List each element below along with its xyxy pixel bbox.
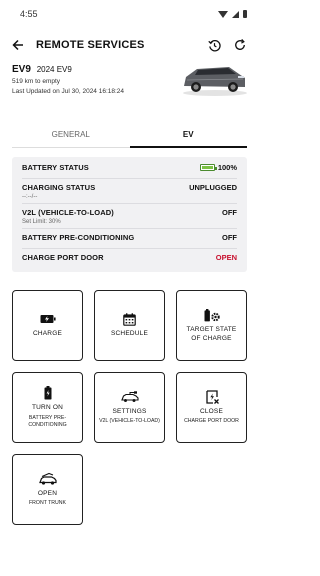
- battery-status-label: BATTERY STATUS: [22, 163, 89, 172]
- frunk-icon: [38, 472, 57, 486]
- settings-label: SETTINGS: [112, 407, 147, 415]
- target-state-of-charge-button[interactable]: TARGET STATE OF CHARGE: [176, 290, 247, 361]
- close-charge-port-button[interactable]: CLOSE CHARGE PORT DOOR: [176, 372, 247, 443]
- charge-port-row: CHARGE PORT DOOR OPEN: [22, 249, 237, 269]
- battery-icon: [39, 386, 57, 400]
- charging-status-row: CHARGING STATUS --:--/-- UNPLUGGED: [22, 179, 237, 204]
- battery-percent: 100%: [217, 163, 237, 172]
- signal-icon: [232, 10, 239, 18]
- charging-status-value: UNPLUGGED: [189, 183, 237, 192]
- ev-status-card: BATTERY STATUS 100% CHARGING STATUS --:-…: [12, 157, 247, 272]
- battery-level-fill: [201, 166, 213, 169]
- close-label: CLOSE: [199, 407, 224, 415]
- battery-status-row: BATTERY STATUS 100%: [22, 159, 237, 179]
- preconditioning-row: BATTERY PRE-CONDITIONING OFF: [22, 229, 237, 249]
- history-icon: [207, 39, 221, 51]
- open-sublabel: FRONT TRUNK: [29, 500, 66, 507]
- battery-bolt-icon: [39, 312, 57, 326]
- open-label: OPEN: [37, 489, 58, 497]
- action-grid: CHARGE SCHEDULE TARGET STATE OF CHARGE T…: [0, 272, 259, 525]
- charge-label: CHARGE: [32, 330, 62, 338]
- status-time: 4:55: [20, 9, 38, 19]
- close-sublabel: CHARGE PORT DOOR: [184, 418, 239, 425]
- battery-status-icon: [243, 10, 247, 18]
- v2l-limit: Set Limit: 30%: [22, 219, 61, 225]
- schedule-label: SCHEDULE: [111, 330, 148, 338]
- charge-port-icon: [203, 390, 221, 404]
- tab-general[interactable]: GENERAL: [12, 126, 130, 148]
- settings-sublabel: V2L (VEHICLE-TO-LOAD): [99, 418, 160, 425]
- charge-button[interactable]: CHARGE: [12, 290, 83, 361]
- vehicle-info: EV9 2024 EV9 519 km to empty Last Update…: [0, 64, 259, 126]
- charge-port-value: OPEN: [215, 253, 237, 262]
- vehicle-image: [183, 67, 247, 96]
- calendar-icon: [121, 312, 139, 326]
- status-icons: [218, 10, 247, 18]
- back-arrow-icon: [12, 39, 23, 51]
- status-bar: 4:55: [0, 0, 259, 28]
- battery-gear-icon: [203, 308, 221, 322]
- tab-bar: GENERAL EV: [12, 126, 247, 148]
- turn-on-label: TURN ON: [31, 404, 63, 412]
- v2l-plug-icon: [120, 390, 139, 404]
- v2l-settings-button[interactable]: SETTINGS V2L (VEHICLE-TO-LOAD): [94, 372, 165, 443]
- battery-level-icon: [199, 164, 217, 171]
- preconditioning-label: BATTERY PRE-CONDITIONING: [22, 233, 135, 242]
- v2l-value: OFF: [222, 208, 237, 217]
- wifi-icon: [218, 10, 228, 18]
- open-front-trunk-button[interactable]: OPEN FRONT TRUNK: [12, 454, 83, 525]
- v2l-label: V2L (VEHICLE-TO-LOAD): [22, 208, 114, 217]
- vehicle-model: EV9: [12, 64, 31, 75]
- refresh-icon: [235, 39, 245, 50]
- refresh-button[interactable]: [231, 36, 249, 54]
- schedule-button[interactable]: SCHEDULE: [94, 290, 165, 361]
- battery-status-value: 100%: [199, 163, 237, 172]
- charging-status-sub: --:--/--: [22, 194, 38, 200]
- v2l-row: V2L (VEHICLE-TO-LOAD) Set Limit: 30% OFF: [22, 204, 237, 229]
- app-header: REMOTE SERVICES: [0, 28, 259, 62]
- charge-port-label: CHARGE PORT DOOR: [22, 253, 104, 262]
- page-title: REMOTE SERVICES: [36, 39, 145, 51]
- turn-on-preconditioning-button[interactable]: TURN ON BATTERY PRE-CONDITIONING: [12, 372, 83, 443]
- back-button[interactable]: [10, 37, 26, 53]
- tab-ev[interactable]: EV: [129, 126, 247, 148]
- vehicle-year-model: 2024 EV9: [36, 65, 72, 74]
- preconditioning-value: OFF: [222, 233, 237, 242]
- history-button[interactable]: [205, 36, 223, 54]
- turn-on-sublabel: BATTERY PRE-CONDITIONING: [28, 414, 67, 428]
- target-state-label: TARGET STATE OF CHARGE: [186, 326, 237, 342]
- charging-status-label: CHARGING STATUS: [22, 183, 96, 192]
